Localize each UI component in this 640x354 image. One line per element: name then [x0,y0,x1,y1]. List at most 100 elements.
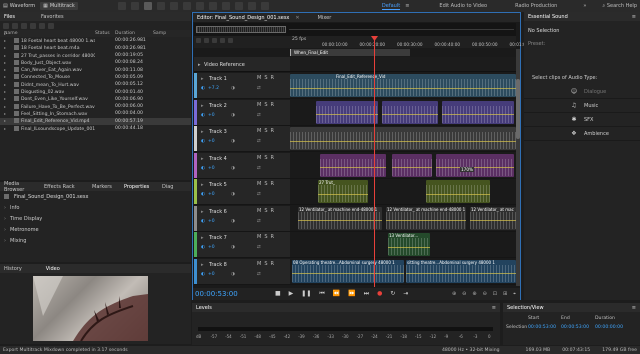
volume-knob-icon[interactable]: ◐ [201,86,205,91]
new-file-icon[interactable] [3,22,9,29]
multitrack-mode-button[interactable]: ▦ Multitrack [40,2,78,10]
volume-envelope[interactable] [392,167,432,169]
track-lane[interactable]: 27 Trut_ [290,179,517,204]
audio-type-sfx[interactable]: ✱ SFX [524,113,640,127]
col-duration[interactable]: Duration [115,31,153,36]
sends-icon[interactable] [220,38,225,43]
overflow-icon[interactable]: » [583,3,586,9]
spectral-tool-icon[interactable] [169,2,178,10]
volume-knob-icon[interactable]: ◐ [201,139,205,144]
razor-tool-icon[interactable] [130,2,139,10]
record-icon[interactable]: ● [377,290,382,298]
track-header[interactable]: ▸ Track 6 MSR ◐ +0 ◑ ⇄ [194,205,290,231]
workspace-radio-production[interactable]: Radio Production [515,3,557,9]
record-mode-icon[interactable] [260,2,269,10]
track-expand-icon[interactable]: ▸ [201,129,204,135]
file-row[interactable]: Body_Just_Object.wav 00:00:08.24 [0,59,191,66]
col-status[interactable]: Status [95,31,115,36]
zoom-selection-icon[interactable]: ⊞ [503,291,507,297]
panel-menu-icon[interactable]: ≡ [632,14,636,20]
file-row[interactable]: Didnt_mean_To_Hurt.wav 00:00:05.12 [0,81,191,88]
overview-viewport[interactable] [196,26,286,33]
file-row[interactable]: Disgusting_02.wav 00:00:01.40 [0,88,191,95]
go-to-end-icon[interactable]: ⏭ [364,290,369,298]
track-header[interactable]: ▸ Track 1 MSR ◐ +7.2 ◑ ⇄ [194,73,290,98]
audio-clip[interactable] [316,100,378,124]
audio-clip[interactable] [442,100,514,124]
properties-section-mixing[interactable]: › Mixing [0,235,191,246]
zoom-out-amplitude-icon[interactable]: ⊖ [462,291,466,297]
timeline-ruler[interactable]: 25 fps 00:00:10:00 00:00:20:00 00:00:30:00… [194,36,535,48]
eq-icon[interactable] [228,38,233,43]
audio-clip[interactable]: Final_Edit_Reference_Vid [290,74,516,97]
track-mute-solo-arm[interactable]: MSR [257,155,277,161]
volume-envelope[interactable] [290,140,516,142]
track-mute-solo-arm[interactable]: MSR [257,128,277,134]
track-expand-icon[interactable]: ▸ [201,262,204,268]
brush-tool-icon[interactable] [195,2,204,10]
properties-section-metronome[interactable]: › Metronome [0,224,191,235]
track-lane[interactable]: 12 Ventilator_ at machine end-48000 1 12 … [290,205,517,231]
track-volume-value[interactable]: +0 [208,272,215,277]
file-row[interactable]: 27 Trut_passes in corridor 48000 1.wav 00… [0,52,191,59]
volume-envelope[interactable] [298,220,382,222]
track-header[interactable]: ▸ Track 3 MSR ◐ +0 ◑ ⇄ [194,126,290,151]
session-overview[interactable] [194,23,516,36]
healing-tool-icon[interactable] [208,2,217,10]
track-mute-solo-arm[interactable]: MSR [257,234,277,240]
col-samplerate[interactable]: Samp [153,31,166,36]
file-row[interactable]: Final_Edit_Reference_Vid.mp4 00:00:57.19 [0,117,191,125]
audio-clip[interactable]: 08 Operating theatre...Abdominal surgery… [292,259,404,283]
snap-icon[interactable] [234,2,243,10]
track-volume-value[interactable]: +0 [208,166,215,171]
track-volume-value[interactable]: +0 [208,139,215,144]
tab-diagnostics[interactable]: Diag [158,184,173,190]
grid-icon[interactable] [221,2,230,10]
read-automation-icon[interactable]: ⇄ [257,272,261,277]
track-lane[interactable]: Final_Edit_Reference_Vid [290,73,517,98]
search-help-field[interactable]: ⌕ Search Help [602,3,637,9]
track-volume-value[interactable]: +0 [208,113,215,118]
track-volume-value[interactable]: +0 [208,219,215,224]
pan-knob-icon[interactable]: ◑ [231,245,235,250]
file-row[interactable]: Connected_To_Mouse 00:00:05.09 [0,74,191,81]
audio-type-dialogue[interactable]: ☺ Dialogue [524,85,640,99]
tab-editor[interactable]: Editor: Final_Sound_Design_001.sesx [197,15,289,21]
audio-clip[interactable] [382,100,438,124]
track-name[interactable]: Track 3 [209,129,227,135]
tab-history[interactable]: History [4,266,22,272]
volume-envelope[interactable] [406,273,516,275]
track-expand-icon[interactable]: ▸ [201,156,204,162]
levels-menu-icon[interactable]: ≡ [492,305,496,311]
track-mute-solo-arm[interactable]: MSR [257,181,277,187]
track-expand-icon[interactable]: ▸ [201,235,204,241]
read-automation-icon[interactable]: ⇄ [257,192,261,197]
volume-envelope[interactable] [320,167,386,169]
workspace-menu-icon[interactable]: ≡ [405,3,409,9]
file-row[interactable]: 18 Foetal heart beat.m4a 00:00:26.981 [0,45,191,52]
properties-section-time-display[interactable]: › Time Display [0,213,191,224]
autoplay-icon[interactable] [48,22,54,29]
volume-envelope[interactable] [382,114,438,116]
volume-envelope[interactable] [290,87,516,89]
pan-knob-icon[interactable]: ◑ [231,113,235,118]
track-mute-solo-arm[interactable]: MSR [257,75,277,81]
volume-envelope[interactable] [386,220,466,222]
tab-properties[interactable]: Properties [116,184,158,190]
track-volume-value[interactable]: +0 [208,245,215,250]
tab-files[interactable]: Files [4,14,15,20]
track-name[interactable]: Track 5 [209,182,227,188]
audio-clip[interactable]: 13 Ventilator... [388,233,430,256]
waveform-mode-button[interactable]: ▤ Waveform [3,3,35,9]
essential-sound-preset[interactable]: Preset: [524,34,640,47]
file-row[interactable]: 18 Foetal heart beat 48000 1.wav 00:00:26… [0,37,191,44]
track-volume-value[interactable]: +7.2 [208,86,219,91]
read-automation-icon[interactable]: ⇄ [257,166,261,171]
tracks-scroll-thumb[interactable] [516,79,520,139]
track-lane[interactable]: 170% [290,152,517,178]
editor-close-icon[interactable]: ✕ [295,15,299,21]
zoom-out-time-icon[interactable]: ⊖ [483,291,487,297]
video-track-expand-icon[interactable]: ▸ [198,62,201,68]
close-file-icon[interactable] [30,22,36,29]
volume-knob-icon[interactable]: ◐ [201,166,205,171]
